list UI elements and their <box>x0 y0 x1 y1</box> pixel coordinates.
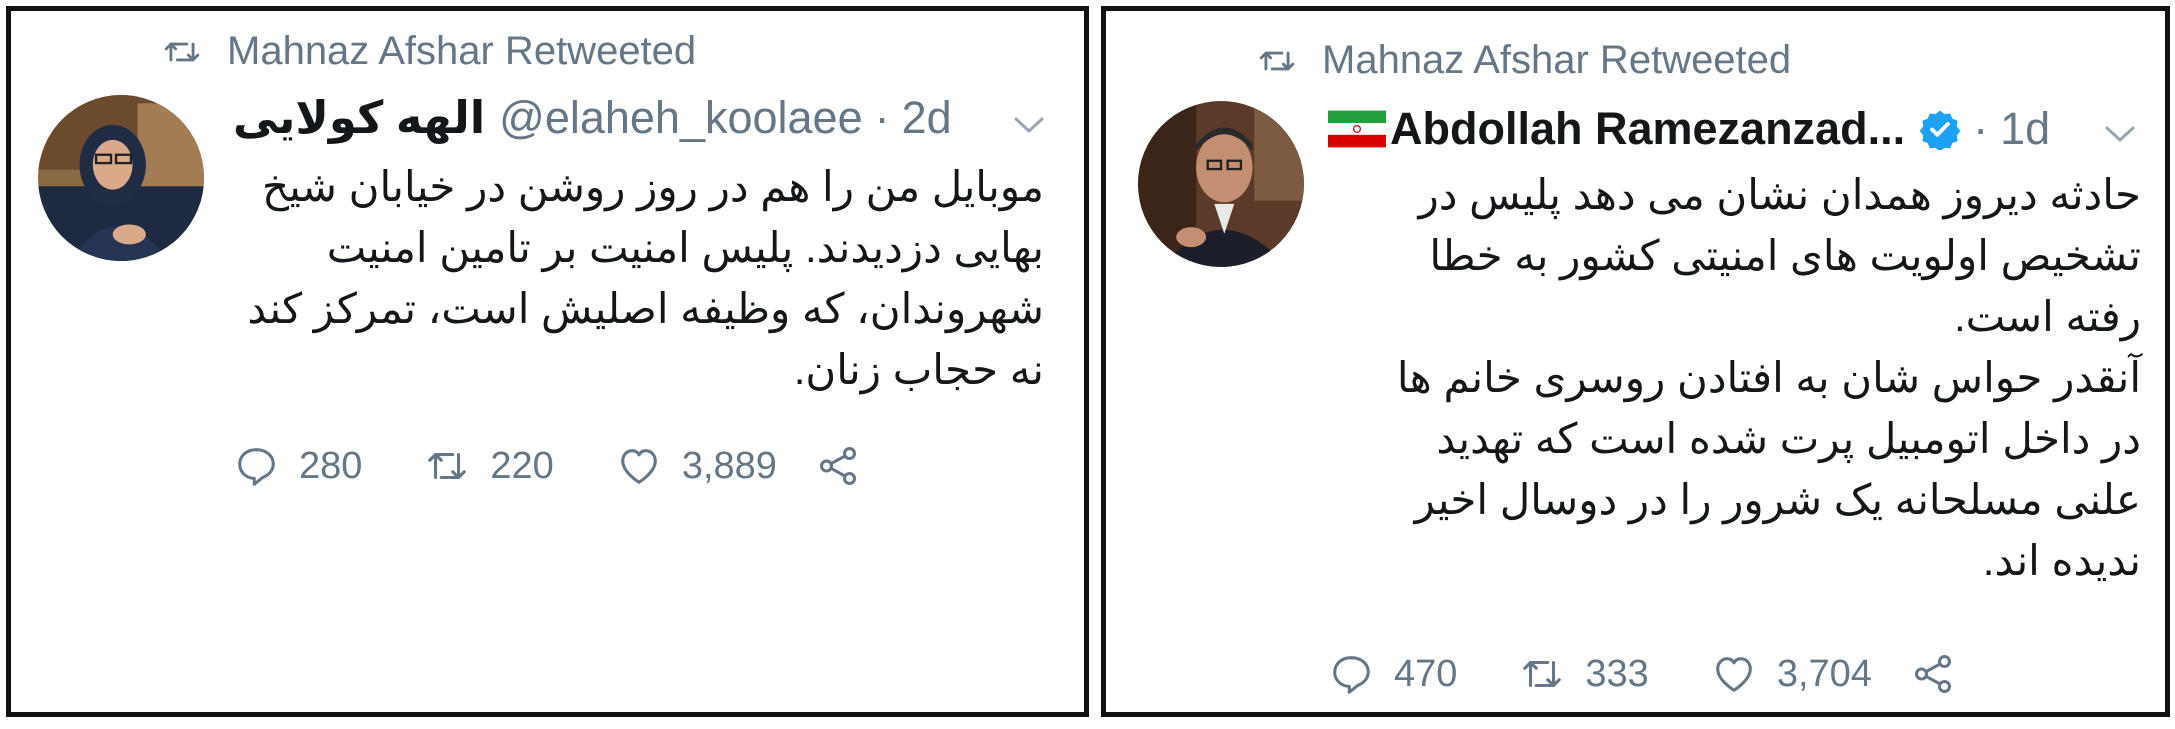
tweet-text-line: علنی مسلحانه یک شرور را در دوسال اخیر <box>1414 476 2141 523</box>
separator-dot: · <box>1973 103 1989 154</box>
retweet-icon <box>164 42 200 61</box>
reply-count: 470 <box>1394 652 1458 695</box>
tweet-text-line: موبایل من را هم در روز روشن در خیابان شی… <box>261 163 1044 210</box>
share-icon <box>1914 655 1951 693</box>
retweet-button[interactable]: 333 <box>1519 651 1649 697</box>
display-name[interactable]: الهه کولایی <box>233 91 485 144</box>
like-count: 3,704 <box>1776 652 1872 695</box>
tweet-time[interactable]: 2d <box>902 92 952 144</box>
like-button[interactable]: 3,889 <box>616 443 777 489</box>
retweeted-by-row[interactable]: Mahnaz Afshar Retweeted <box>1258 38 1791 83</box>
separator-dot: · <box>874 91 890 143</box>
tweet-card[interactable]: Mahnaz Afshar Retweeted الهه کولایی @ela… <box>6 6 1089 717</box>
share-button[interactable] <box>1910 651 1976 697</box>
like-button[interactable]: 3,704 <box>1711 651 1872 697</box>
tweet-text-line: رفته است. <box>1954 293 2141 340</box>
retweeted-by-label: Mahnaz Afshar Retweeted <box>227 29 697 73</box>
verified-badge-icon <box>1919 110 1961 150</box>
chevron-down-icon[interactable] <box>2103 123 2137 145</box>
retweet-button[interactable]: 220 <box>424 443 554 489</box>
share-button[interactable] <box>815 443 881 489</box>
tweet-header: Abdollah Ramezanzad... · 1d <box>1328 103 2050 155</box>
display-name[interactable]: Abdollah Ramezanzad... <box>1390 103 1905 155</box>
tweet-text-line: تشخیص اولویت های امنیتی کشور به خطا <box>1429 232 2141 279</box>
user-handle[interactable]: @elaheh_koolaee <box>499 92 862 144</box>
heart-icon <box>1715 657 1752 692</box>
tweet-header: الهه کولایی @elaheh_koolaee · 2d <box>233 91 952 144</box>
share-icon <box>819 447 856 485</box>
tweet-text-line: نه حجاب زنان. <box>793 346 1044 393</box>
tweet-actions: 470 333 3,704 <box>1328 651 1976 697</box>
tweet-text-line: شهروندان، که وظیفه اصلیش است، تمرکز کند <box>247 285 1044 332</box>
iran-flag-icon <box>1328 110 1386 148</box>
tweet-text: موبایل من را هم در روز روشن در خیابان شی… <box>204 156 1044 400</box>
tweet-text-line: آنقدر حواس شان به افتادن روسری خانم ها <box>1396 354 2141 401</box>
tweet-actions: 280 220 3,889 <box>233 443 881 489</box>
tweet-text-line: حادثه دیروز همدان نشان می دهد پلیس در <box>1418 171 2141 218</box>
tweet-time[interactable]: 1d <box>2000 103 2050 155</box>
tweet-card[interactable]: Mahnaz Afshar Retweeted Abdollah Ramezan… <box>1101 6 2170 717</box>
tweet-text-line: ندیده اند. <box>1982 537 2141 584</box>
chevron-down-icon[interactable] <box>1012 114 1046 136</box>
avatar[interactable] <box>1138 101 1304 267</box>
avatar-image <box>1138 101 1304 267</box>
reply-button[interactable]: 280 <box>233 443 362 489</box>
tweet-text-line: بهایی دزدیدند. پلیس امنیت بر تامین امنیت <box>326 224 1044 271</box>
retweet-count: 333 <box>1585 652 1649 695</box>
retweet-count: 220 <box>490 444 554 487</box>
reply-icon <box>1333 656 1370 694</box>
like-count: 3,889 <box>681 444 777 487</box>
retweeted-by-row[interactable]: Mahnaz Afshar Retweeted <box>163 29 696 74</box>
retweet-icon <box>428 452 467 480</box>
heart-icon <box>620 449 657 484</box>
retweet-icon <box>1523 660 1562 688</box>
tweet-text-line: در داخل اتومبیل پرت شده است که تهدید <box>1436 415 2141 462</box>
reply-count: 280 <box>299 444 363 487</box>
avatar-image <box>38 95 204 261</box>
avatar[interactable] <box>38 95 204 261</box>
reply-icon <box>238 448 275 486</box>
reply-button[interactable]: 470 <box>1328 651 1457 697</box>
tweet-text: حادثه دیروز همدان نشان می دهد پلیس در تش… <box>1301 164 2141 591</box>
retweet-icon <box>1259 51 1295 70</box>
retweeted-by-label: Mahnaz Afshar Retweeted <box>1322 38 1792 82</box>
